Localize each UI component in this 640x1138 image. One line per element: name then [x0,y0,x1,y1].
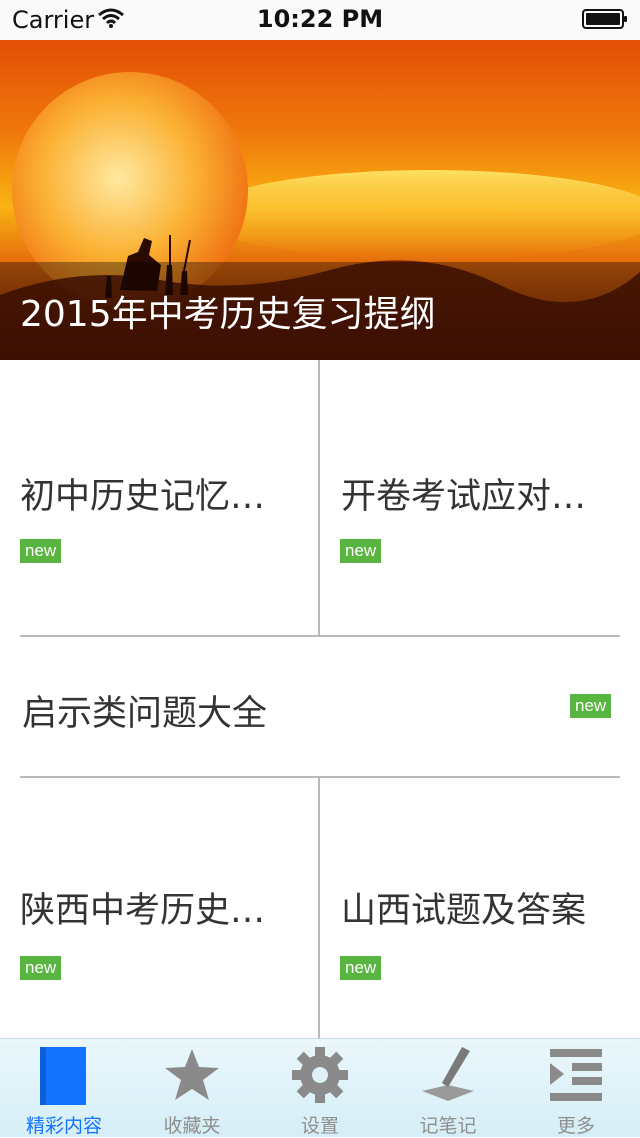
tile-title: 初中历史记忆… [20,477,266,517]
grid-tile-1[interactable]: 初中历史记忆… new [0,360,319,636]
new-badge: new [570,694,612,718]
grid-tile-5[interactable]: 山西试题及答案 new [320,778,640,1038]
tile-title: 开卷考试应对… [341,477,587,517]
tab-notes[interactable]: 记笔记 [384,1039,512,1137]
tab-bar: 精彩内容 收藏夹 设置 记笔记 更多 [0,1038,640,1137]
tab-label: 记笔记 [419,1115,477,1137]
star-icon [165,1049,219,1100]
tab-label: 设置 [300,1115,339,1137]
featured-banner[interactable]: 2015年中考历史复习提纲 [0,40,640,360]
grid-tile-3[interactable]: 启示类问题大全 new [0,637,640,776]
tab-featured[interactable]: 精彩内容 [0,1039,128,1137]
new-badge: new [340,956,382,980]
tab-settings[interactable]: 设置 [256,1039,384,1137]
tab-more[interactable]: 更多 [512,1039,640,1137]
grid-tile-2[interactable]: 开卷考试应对… new [320,360,640,636]
new-badge: new [20,956,62,980]
status-bar: Carrier 10:22 PM [0,0,640,40]
tile-title: 启示类问题大全 [22,694,268,734]
tab-label: 收藏夹 [163,1115,221,1137]
book-icon [40,1047,86,1105]
more-list-icon [550,1049,602,1101]
tab-label: 精彩内容 [25,1115,102,1137]
grid-tile-4[interactable]: 陕西中考历史… new [0,778,319,1038]
tab-favorites[interactable]: 收藏夹 [128,1039,256,1137]
tab-label: 更多 [556,1115,595,1137]
gear-icon [292,1047,348,1103]
clock: 10:22 PM [256,5,384,33]
battery-icon [582,9,627,29]
new-badge: new [340,539,382,563]
banner-title: 2015年中考历史复习提纲 [20,294,436,335]
new-badge: new [20,539,62,563]
tile-title: 陕西中考历史… [20,891,266,931]
tile-title: 山西试题及答案 [341,891,587,931]
pen-icon [422,1047,474,1101]
